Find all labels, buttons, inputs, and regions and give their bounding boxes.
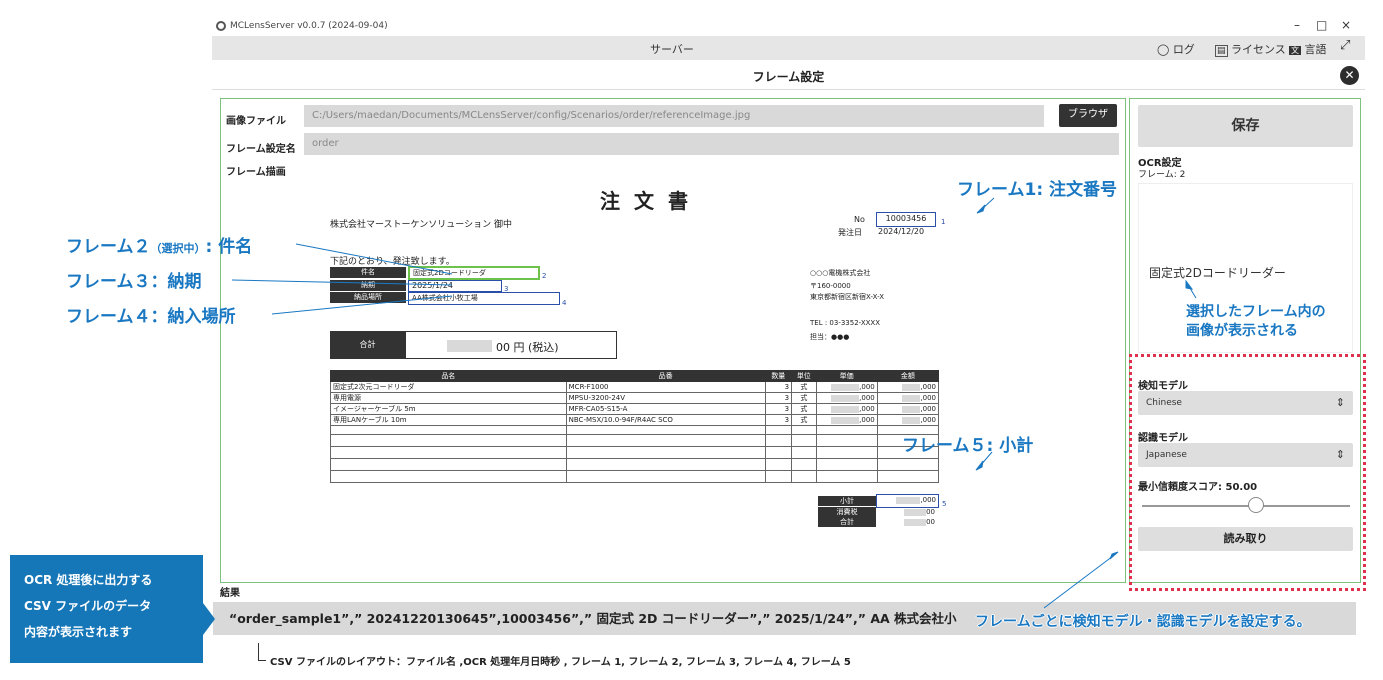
arrow-model — [1109, 551, 1119, 560]
leader-frame4 — [271, 295, 453, 315]
leader-frame2 — [295, 243, 453, 275]
leader-frame3 — [231, 279, 453, 286]
arrow-frame1 — [976, 204, 986, 214]
leader-model — [1043, 555, 1114, 609]
arrow-preview — [1185, 279, 1194, 290]
arrow-frame5 — [975, 460, 984, 471]
annotation-lines — [231, 197, 1197, 609]
